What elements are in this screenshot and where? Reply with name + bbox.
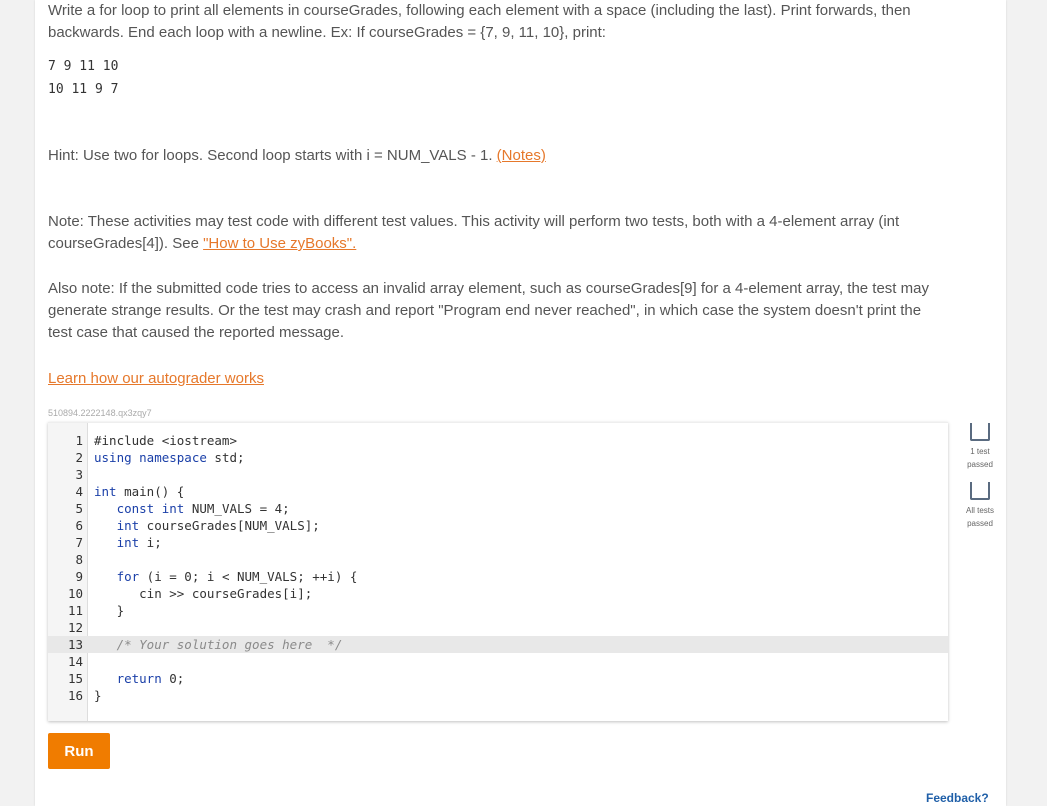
code-line[interactable]: 3 — [48, 466, 948, 483]
test-status-all: All tests passed — [960, 482, 1000, 530]
run-button[interactable]: Run — [48, 733, 110, 769]
code-editor[interactable]: 1 #include <iostream> 2 using namespace std… — [48, 422, 948, 721]
test-checkbox-icon — [970, 482, 990, 500]
code-line[interactable]: 2 using namespace std; — [48, 449, 948, 466]
code-text[interactable]: /* Your solution goes here */ — [94, 636, 343, 653]
hint-text: Hint: Use two for loops. Second loop sta… — [48, 145, 953, 167]
also-note-text: Also note: If the submitted code tries t… — [48, 280, 929, 341]
line-number: 13 — [67, 637, 83, 652]
code-text[interactable]: const int NUM_VALS = 4; — [94, 500, 290, 517]
line-number: 7 — [75, 535, 83, 550]
code-text[interactable]: for (i = 0; i < NUM_VALS; ++i) { — [94, 568, 358, 585]
example-output: 7 9 11 10 10 11 9 7 — [48, 55, 953, 101]
example-line-2: 10 11 9 7 — [48, 82, 119, 97]
code-text[interactable]: cin >> courseGrades[i]; — [94, 585, 312, 602]
code-text[interactable]: int courseGrades[NUM_VALS]; — [94, 517, 320, 534]
code-line[interactable]: 12 — [48, 619, 948, 636]
hint-label: Hint: Use two for loops. Second loop sta… — [48, 147, 493, 164]
code-line[interactable]: 1 #include <iostream> — [48, 432, 948, 449]
code-text[interactable]: #include <iostream> — [94, 432, 237, 449]
notes-link[interactable]: (Notes) — [497, 147, 546, 164]
code-text[interactable]: int main() { — [94, 483, 184, 500]
code-line[interactable]: 16} — [48, 687, 948, 704]
autograder-paragraph: Learn how our autograder works — [48, 368, 264, 390]
code-line[interactable]: 7 int i; — [48, 534, 948, 551]
code-line[interactable]: 10 cin >> courseGrades[i]; — [48, 585, 948, 602]
code-line[interactable]: 6 int courseGrades[NUM_VALS]; — [48, 517, 948, 534]
code-line[interactable]: 13 /* Your solution goes here */ — [48, 636, 948, 653]
line-number: 8 — [75, 552, 83, 567]
code-text[interactable]: using namespace std; — [94, 449, 245, 466]
example-line-1: 7 9 11 10 — [48, 59, 119, 74]
line-number: 14 — [67, 654, 83, 669]
code-line[interactable]: 15 return 0; — [48, 670, 948, 687]
line-number: 16 — [67, 688, 83, 703]
code-text[interactable]: int i; — [94, 534, 162, 551]
line-number: 1 — [75, 433, 83, 448]
line-number: 6 — [75, 518, 83, 533]
test-status-1: 1 test passed — [960, 423, 1000, 471]
code-id: 510894.2222148.qx3zqy7 — [48, 408, 152, 418]
code-line[interactable]: 4 int main() { — [48, 483, 948, 500]
line-number: 2 — [75, 450, 83, 465]
test-status-1-label: 1 test passed — [967, 447, 993, 469]
code-text[interactable]: } — [94, 602, 125, 619]
line-number: 9 — [75, 569, 83, 584]
code-line[interactable]: 8 — [48, 551, 948, 568]
line-number: 5 — [75, 501, 83, 516]
note-text: Note: These activities may test code wit… — [48, 211, 953, 255]
code-text[interactable]: return 0; — [94, 670, 185, 687]
line-number: 3 — [75, 467, 83, 482]
line-number: 15 — [67, 671, 83, 686]
note-label: Note: These activities may test code wit… — [48, 213, 900, 252]
autograder-link[interactable]: Learn how our autograder works — [48, 370, 264, 387]
line-number: 4 — [75, 484, 83, 499]
feedback-link[interactable]: Feedback? — [926, 791, 989, 805]
how-to-use-zybooks-link[interactable]: "How to Use zyBooks". — [203, 235, 356, 252]
code-text[interactable]: } — [94, 687, 102, 704]
instruction-paragraph: Write a for loop to print all elements i… — [48, 2, 911, 41]
instructions: Write a for loop to print all elements i… — [48, 0, 953, 101]
test-checkbox-icon — [970, 423, 990, 441]
line-number: 12 — [67, 620, 83, 635]
code-line[interactable]: 9 for (i = 0; i < NUM_VALS; ++i) { — [48, 568, 948, 585]
line-number: 11 — [67, 603, 83, 618]
test-status-all-label: All tests passed — [965, 506, 994, 528]
code-line[interactable]: 5 const int NUM_VALS = 4; — [48, 500, 948, 517]
code-line[interactable]: 14 — [48, 653, 948, 670]
line-number: 10 — [67, 586, 83, 601]
code-line[interactable]: 11 } — [48, 602, 948, 619]
